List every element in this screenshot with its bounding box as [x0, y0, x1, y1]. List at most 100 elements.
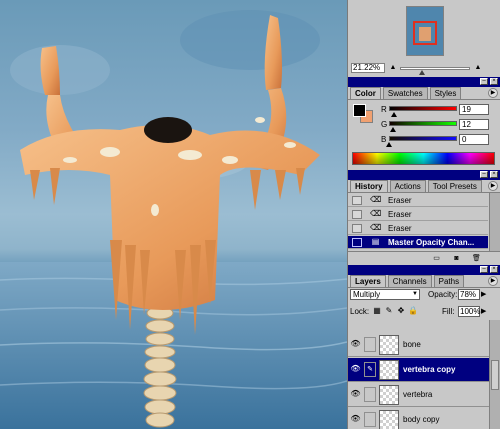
tab-layers[interactable]: Layers	[350, 275, 386, 287]
green-slider[interactable]	[389, 121, 457, 126]
history-footer: ▭ ◙ 🗑	[348, 251, 500, 265]
color-tabs: Color Swatches Styles ▶	[348, 87, 500, 100]
blue-value-field[interactable]: 0	[459, 134, 489, 145]
history-snapshot-checkbox[interactable]	[352, 210, 362, 219]
layer-thumbnail	[379, 410, 399, 429]
layer-link-box[interactable]	[364, 412, 376, 427]
fill-arrow-icon[interactable]: ▶	[481, 307, 486, 315]
layer-row-selected[interactable]: 👁 ✎ vertebra copy	[348, 358, 489, 382]
trash-icon[interactable]: 🗑	[472, 255, 481, 263]
layer-row[interactable]: 👁 vertebra	[348, 383, 489, 407]
navigator-thumbnail[interactable]	[406, 6, 444, 56]
history-item[interactable]: ⌫ Eraser	[348, 222, 488, 235]
document-canvas[interactable]	[0, 0, 347, 429]
tab-styles[interactable]: Styles	[429, 87, 462, 99]
document-icon: ▤	[371, 237, 380, 246]
layer-link-box[interactable]	[364, 387, 376, 402]
red-slider[interactable]	[389, 106, 457, 111]
blue-slider-knob[interactable]	[386, 142, 392, 147]
history-scrollbar[interactable]	[489, 193, 500, 251]
new-document-icon[interactable]: ▭	[432, 255, 441, 263]
layer-row[interactable]: 👁 body copy	[348, 408, 489, 429]
history-palette: – × History Actions Tool Presets ▶ ⌫ Era…	[347, 170, 500, 265]
green-label: G	[381, 120, 388, 129]
foreground-color-swatch[interactable]	[353, 104, 366, 117]
zoom-slider-knob[interactable]	[419, 70, 425, 75]
navigator-palette: 21.22% ▲ ▲	[347, 0, 500, 77]
history-item[interactable]: ⌫ Eraser	[348, 194, 488, 207]
opacity-label: Opacity:	[428, 290, 458, 299]
layer-row[interactable]: 👁 bone	[348, 333, 489, 357]
color-palette-titlebar[interactable]: – ×	[348, 77, 500, 87]
layer-thumbnail	[379, 335, 399, 355]
history-item-label: Eraser	[388, 210, 412, 219]
lock-label: Lock:	[350, 307, 370, 316]
lock-image-icon[interactable]: ✎	[384, 306, 394, 316]
layers-tabs: Layers Channels Paths ▶	[348, 275, 500, 288]
close-icon[interactable]: ×	[490, 78, 498, 85]
layer-link-box[interactable]	[364, 337, 376, 352]
lock-all-icon[interactable]: 🔒	[408, 306, 418, 316]
tab-history[interactable]: History	[350, 180, 388, 192]
tab-tool-presets[interactable]: Tool Presets	[427, 180, 482, 192]
red-value-field[interactable]: 19	[459, 104, 489, 115]
layers-scrollbar[interactable]	[489, 320, 500, 429]
tab-swatches[interactable]: Swatches	[382, 87, 428, 99]
green-channel: G 12	[381, 119, 497, 133]
red-label: R	[381, 105, 387, 114]
history-item[interactable]: ⌫ Eraser	[348, 208, 488, 221]
color-spectrum-bar[interactable]	[352, 152, 495, 165]
layers-palette-titlebar[interactable]: – ×	[348, 265, 500, 275]
eraser-icon: ⌫	[370, 195, 382, 204]
layer-name: bone	[403, 340, 421, 349]
snapshot-icon[interactable]: ◙	[452, 255, 461, 263]
red-slider-knob[interactable]	[391, 112, 397, 117]
minimize-icon[interactable]: –	[480, 171, 488, 178]
zoom-in-icon[interactable]: ▲	[474, 64, 482, 72]
history-snapshot-checkbox[interactable]	[352, 238, 362, 247]
eye-icon[interactable]: 👁	[350, 340, 361, 349]
history-snapshot-checkbox[interactable]	[352, 224, 362, 233]
lock-transparency-icon[interactable]: ▦	[372, 306, 382, 316]
history-item-label: Master Opacity Chan...	[388, 238, 475, 247]
lock-position-icon[interactable]: ✥	[396, 306, 406, 316]
green-slider-knob[interactable]	[390, 127, 396, 132]
zoom-field[interactable]: 21.22%	[351, 63, 385, 73]
tab-actions[interactable]: Actions	[389, 180, 426, 192]
history-item-label: Eraser	[388, 196, 412, 205]
palette-menu-icon[interactable]: ▶	[488, 88, 498, 98]
fill-label: Fill:	[442, 307, 455, 316]
close-icon[interactable]: ×	[490, 266, 498, 273]
green-value-field[interactable]: 12	[459, 119, 489, 130]
tab-channels[interactable]: Channels	[387, 275, 432, 287]
view-box[interactable]	[413, 21, 437, 45]
history-item-selected[interactable]: ▤ Master Opacity Chan...	[348, 236, 488, 249]
close-icon[interactable]: ×	[490, 171, 498, 178]
red-channel: R 19	[381, 104, 497, 118]
history-snapshot-checkbox[interactable]	[352, 196, 362, 205]
composite-artwork	[0, 10, 347, 429]
history-tabs: History Actions Tool Presets ▶	[348, 180, 500, 193]
fill-field[interactable]: 100%	[458, 306, 480, 317]
scrollbar-thumb[interactable]	[491, 360, 499, 390]
palette-menu-icon[interactable]: ▶	[488, 276, 498, 286]
brush-icon[interactable]: ✎	[364, 362, 376, 377]
minimize-icon[interactable]: –	[480, 266, 488, 273]
tab-paths[interactable]: Paths	[433, 275, 465, 287]
zoom-out-icon[interactable]: ▲	[389, 64, 397, 72]
chevron-down-icon: ▼	[412, 291, 418, 297]
blue-slider[interactable]	[389, 136, 457, 141]
palette-menu-icon[interactable]: ▶	[488, 181, 498, 191]
eye-icon[interactable]: 👁	[350, 415, 361, 424]
blend-mode-select[interactable]: Multiply ▼	[350, 289, 420, 300]
eye-icon[interactable]: 👁	[350, 390, 361, 399]
eye-icon[interactable]: 👁	[350, 365, 361, 374]
opacity-field[interactable]: 78%	[458, 289, 480, 300]
spine-figure	[143, 293, 177, 428]
history-palette-titlebar[interactable]: – ×	[348, 170, 500, 180]
minimize-icon[interactable]: –	[480, 78, 488, 85]
layer-name: vertebra	[403, 390, 433, 399]
opacity-arrow-icon[interactable]: ▶	[481, 290, 486, 298]
tab-color[interactable]: Color	[350, 87, 381, 99]
zoom-slider[interactable]	[400, 67, 470, 75]
